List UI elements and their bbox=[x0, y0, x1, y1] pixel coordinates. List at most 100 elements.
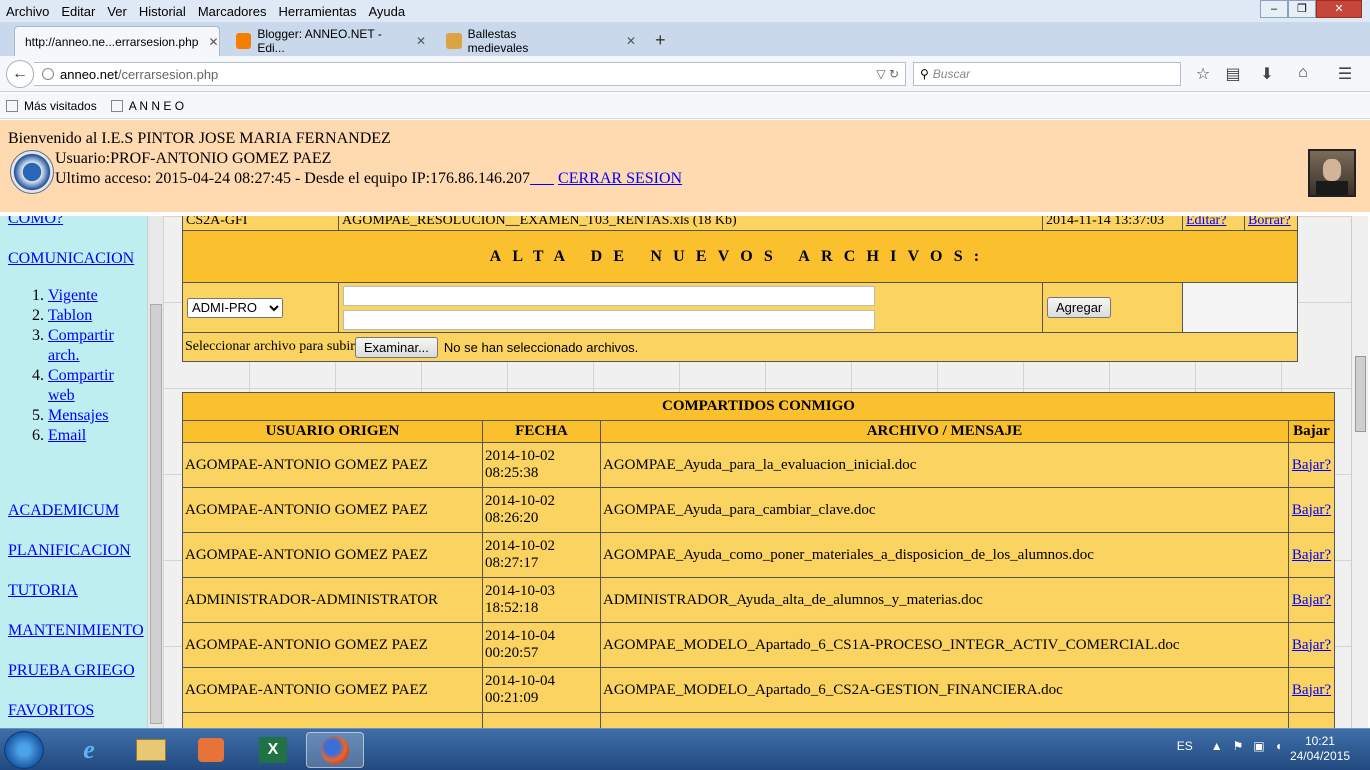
language-indicator[interactable]: ES bbox=[1177, 739, 1193, 753]
menu-icon[interactable]: ☰ bbox=[1334, 64, 1356, 84]
volume-icon[interactable]: ◖ bbox=[1275, 739, 1282, 753]
edit-link[interactable]: Editar? bbox=[1183, 216, 1245, 230]
menu-marcadores[interactable]: Marcadores bbox=[192, 4, 273, 19]
internet-explorer-icon[interactable]: e bbox=[60, 732, 118, 768]
table-row: AGOMPAE-ANTONIO GOMEZ PAEZ 2014-10-04 00:… bbox=[182, 667, 1335, 713]
school-logo bbox=[10, 150, 54, 194]
maximize-button[interactable]: ❐ bbox=[1288, 0, 1316, 18]
download-link[interactable]: Bajar? bbox=[1292, 457, 1331, 473]
group-select[interactable]: ADMI-PRO bbox=[187, 297, 283, 318]
media-player-icon[interactable] bbox=[182, 732, 240, 768]
close-tab-icon[interactable]: ✕ bbox=[208, 35, 218, 49]
menu-bar: Archivo Editar Ver Historial Marcadores … bbox=[0, 0, 1370, 22]
download-icon[interactable]: ⬇ bbox=[1256, 64, 1278, 84]
welcome-text: Bienvenido al I.E.S PINTOR JOSE MARIA FE… bbox=[8, 130, 391, 147]
start-button[interactable] bbox=[4, 731, 44, 769]
menu-historial[interactable]: Historial bbox=[133, 4, 192, 19]
clock-date: 24/04/2015 bbox=[1289, 749, 1350, 763]
tab-blogger[interactable]: Blogger: ANNEO.NET - Edi... ✕ bbox=[226, 26, 436, 56]
star-icon[interactable]: ☆ bbox=[1192, 64, 1214, 84]
tab-ballestas[interactable]: Ballestas medievales ✕ bbox=[436, 26, 646, 56]
sidebar-link-mensajes[interactable]: Mensajes bbox=[48, 407, 108, 424]
sidebar-link-vigente[interactable]: Vigente bbox=[48, 287, 98, 304]
scrollbar-thumb[interactable] bbox=[150, 304, 162, 724]
delete-link[interactable]: Borrar? bbox=[1245, 216, 1297, 230]
row-download: Bajar? bbox=[1288, 622, 1335, 668]
sidebar-link-mantenimiento[interactable]: MANTENIMIENTO bbox=[8, 622, 144, 639]
excel-icon[interactable]: X bbox=[244, 732, 302, 768]
search-input[interactable]: ⚲ Buscar bbox=[913, 62, 1181, 86]
search-icon: ⚲ bbox=[920, 67, 929, 81]
menu-editar[interactable]: Editar bbox=[55, 4, 101, 19]
column-header-date: FECHA bbox=[482, 420, 601, 443]
sidebar-scrollbar[interactable] bbox=[147, 216, 163, 728]
download-link[interactable]: Bajar? bbox=[1292, 502, 1331, 518]
download-link[interactable]: Bajar? bbox=[1292, 637, 1331, 653]
sidebar-link-tutoria[interactable]: TUTORIA bbox=[8, 582, 78, 599]
download-link[interactable]: Bajar? bbox=[1292, 547, 1331, 563]
file-label: Seleccionar archivo para subir bbox=[185, 339, 355, 354]
new-tab-button[interactable]: + bbox=[655, 30, 666, 51]
clock[interactable]: 10:21 24/04/2015 bbox=[1290, 734, 1350, 764]
browse-button[interactable]: Examinar... bbox=[354, 336, 438, 358]
folder-icon[interactable] bbox=[122, 732, 180, 768]
bookmark-most-visited[interactable]: Más visitados bbox=[6, 99, 97, 113]
back-button[interactable]: ← bbox=[6, 60, 34, 88]
scrollbar-thumb[interactable] bbox=[1355, 356, 1366, 432]
sidebar-link-academicum[interactable]: ACADEMICUM bbox=[8, 502, 119, 519]
close-tab-icon[interactable]: ✕ bbox=[416, 34, 426, 48]
row-download: Bajar? bbox=[1288, 577, 1335, 623]
list-item: Mensajes bbox=[48, 406, 143, 426]
page-icon bbox=[446, 33, 462, 49]
main-scrollbar[interactable] bbox=[1351, 216, 1368, 728]
bookmark-anneo[interactable]: A N N E O bbox=[110, 99, 184, 113]
home-icon[interactable]: ⌂ bbox=[1292, 64, 1314, 82]
tab-bar: http://anneo.ne...errarsesion.php ✕ Blog… bbox=[0, 22, 1370, 56]
row-date: 2014-10-02 08:26:20 bbox=[482, 487, 601, 533]
network-icon[interactable]: ▣ bbox=[1253, 739, 1264, 753]
flag-icon[interactable]: ⚑ bbox=[1233, 739, 1244, 753]
minimize-button[interactable]: – bbox=[1260, 0, 1288, 18]
tab-title: Ballestas medievales bbox=[467, 27, 529, 55]
list-item: Email bbox=[48, 426, 143, 446]
list-item: Tablon bbox=[48, 306, 143, 326]
description-input-1[interactable] bbox=[343, 285, 875, 306]
menu-ayuda[interactable]: Ayuda bbox=[362, 4, 411, 19]
description-input-2[interactable] bbox=[343, 309, 875, 330]
row-download: Bajar? bbox=[1288, 532, 1335, 578]
shared-table-caption: COMPARTIDOS CONMIGO bbox=[182, 392, 1335, 421]
tab-cerrarsesion[interactable]: http://anneo.ne...errarsesion.php ✕ bbox=[14, 26, 220, 56]
address-bar[interactable]: anneo.net/cerrarsesion.php ▽ ↻ bbox=[34, 62, 906, 86]
sidebar-link-compartir-web[interactable]: Compartir web bbox=[48, 367, 114, 404]
add-button-cell: Agregar bbox=[1043, 283, 1183, 332]
list-item: Compartir web bbox=[48, 366, 143, 406]
firefox-icon[interactable] bbox=[306, 732, 364, 768]
row-download: Bajar? bbox=[1288, 667, 1335, 713]
group-select-cell: ADMI-PRO bbox=[183, 283, 339, 332]
sidebar-link-email[interactable]: Email bbox=[48, 427, 86, 444]
download-link[interactable]: Bajar? bbox=[1292, 682, 1331, 698]
sidebar-link-como[interactable]: COMO? bbox=[8, 216, 63, 227]
menu-ver[interactable]: Ver bbox=[101, 4, 133, 19]
row-download: Bajar? bbox=[1288, 487, 1335, 533]
upload-form-row: ADMI-PRO Agregar bbox=[183, 283, 1297, 333]
close-button[interactable]: ✕ bbox=[1316, 0, 1362, 18]
bookmarks-list-icon[interactable]: ▤ bbox=[1222, 64, 1244, 84]
sidebar-link-compartir-arch[interactable]: Compartir arch. bbox=[48, 327, 114, 364]
add-button[interactable]: Agregar bbox=[1047, 297, 1112, 318]
sidebar-link-tablon[interactable]: Tablon bbox=[48, 307, 92, 324]
menu-herramientas[interactable]: Herramientas bbox=[272, 4, 362, 19]
sidebar-link-favoritos[interactable]: FAVORITOS bbox=[8, 702, 94, 719]
sidebar-link-comunicacion[interactable]: COMUNICACION bbox=[8, 250, 134, 267]
logout-link[interactable]: CERRAR SESION bbox=[558, 170, 682, 187]
reload-icon[interactable]: ▽ ↻ bbox=[876, 67, 899, 81]
sidebar-link-planificacion[interactable]: PLANIFICACION bbox=[8, 542, 131, 559]
tray-arrow-icon[interactable]: ▲ bbox=[1211, 739, 1223, 753]
menu-archivo[interactable]: Archivo bbox=[0, 4, 55, 19]
file-select-row: Seleccionar archivo para subir Examinar.… bbox=[183, 333, 1297, 361]
last-access-text: Ultimo acceso: 2015-04-24 08:27:45 - Des… bbox=[55, 170, 531, 187]
download-link[interactable]: Bajar? bbox=[1292, 592, 1331, 608]
sidebar-link-prueba-griego[interactable]: PRUEBA GRIEGO bbox=[8, 662, 135, 679]
no-file-text: No se han seleccionado archivos. bbox=[443, 339, 639, 355]
close-tab-icon[interactable]: ✕ bbox=[626, 34, 636, 48]
